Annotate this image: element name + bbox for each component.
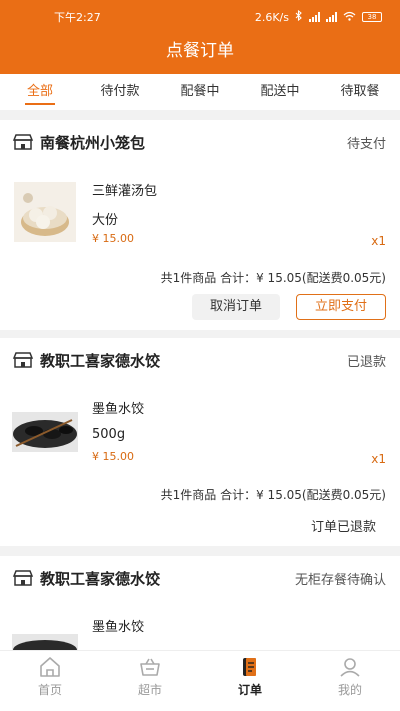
order-header: 南餐杭州小笼包 待支付 [12,130,386,154]
black-dumpling-photo [12,412,78,452]
status-indicators: 2.6K/s 38 [254,9,382,24]
order-tabs: 全部 待付款 配餐中 配送中 待取餐 [0,74,400,110]
cancel-order-button[interactable]: 取消订单 [192,294,280,320]
nav-home[interactable]: 首页 [0,651,100,711]
basket-icon [140,658,160,676]
tab-pending-payment[interactable]: 待付款 [80,74,160,110]
wifi-icon [343,11,356,24]
tab-preparing[interactable]: 配餐中 [160,74,240,110]
app-header: 下午2:27 2.6K/s 38 点餐订单 [0,0,400,74]
tab-ready-pickup[interactable]: 待取餐 [320,74,400,110]
battery-icon: 38 [362,12,382,22]
item-thumbnail [12,634,78,650]
network-speed: 2.6K/s [254,10,289,24]
profile-icon [340,658,360,677]
page-title: 点餐订单 [166,41,234,61]
order-summary: 共1件商品 合计：¥ 15.05(配送费0.05元) [160,488,386,502]
shop-icon [12,570,34,586]
tab-all[interactable]: 全部 [0,74,80,110]
nav-profile[interactable]: 我的 [300,651,400,711]
item-price: ¥ 15.00 [92,232,134,245]
signal-icon-2 [326,12,337,22]
order-card[interactable]: 教职工喜家德水饺 已退款 墨鱼水饺 500g ¥ 15.00 x1 共1件商品 … [0,338,400,546]
status-bar: 下午2:27 2.6K/s 38 [0,0,400,34]
order-status: 已退款 [346,354,386,370]
item-spec: 500g [92,427,126,442]
pay-now-button[interactable]: 立即支付 [296,294,386,320]
order-summary: 共1件商品 合计：¥ 15.05(配送费0.05元) [160,271,386,285]
nav-home-label: 首页 [37,683,62,697]
shop-name[interactable]: 教职工喜家德水饺 [40,350,347,371]
shop-name[interactable]: 教职工喜家德水饺 [40,568,295,589]
item-thumbnail [12,412,78,452]
order-status: 无柜存餐待确认 [294,572,386,588]
item-quantity: x1 [371,452,386,466]
order-card[interactable]: 教职工喜家德水饺 无柜存餐待确认 墨鱼水饺 [0,556,400,650]
status-time: 下午2:27 [54,11,101,24]
item-quantity: x1 [371,234,386,248]
nav-market[interactable]: 超市 [100,651,200,711]
item-name: 墨鱼水饺 [92,620,145,635]
item-name: 三鲜灌汤包 [92,184,158,199]
nav-orders[interactable]: 订单 [200,651,300,711]
order-header: 教职工喜家德水饺 无柜存餐待确认 [12,566,386,590]
nav-market-label: 超市 [137,683,162,697]
bluetooth-icon [295,9,303,24]
shop-icon [12,134,34,150]
tab-delivering[interactable]: 配送中 [240,74,320,110]
shop-icon [12,352,34,368]
home-icon [40,657,60,677]
item-spec: 大份 [92,213,119,228]
dumpling-steamer-photo [14,182,76,242]
order-scroll-icon [243,658,256,676]
nav-orders-label: 订单 [237,683,262,697]
bottom-nav: 首页 超市 订单 我的 [0,650,400,711]
order-card[interactable]: 南餐杭州小笼包 待支付 三鲜灌汤包 大份 ¥ 15.00 x1 共1件商品 合计… [0,120,400,330]
signal-icon [309,12,320,22]
item-thumbnail [14,182,76,242]
order-status: 待支付 [346,136,386,152]
item-price: ¥ 15.00 [92,450,134,463]
black-dumpling-photo [12,634,78,650]
refund-status-text: 订单已退款 [310,520,376,535]
nav-profile-label: 我的 [337,683,362,697]
item-name: 墨鱼水饺 [92,402,145,417]
shop-name[interactable]: 南餐杭州小笼包 [40,132,347,153]
order-header: 教职工喜家德水饺 已退款 [12,348,386,372]
